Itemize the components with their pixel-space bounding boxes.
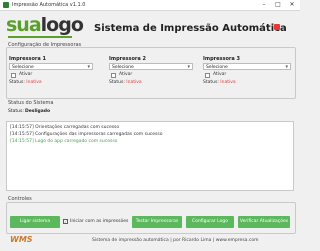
activate-label: Ativar (213, 72, 227, 77)
start-system-button[interactable]: Ligar sistema (10, 216, 60, 228)
printer-label: Impressora 1 (9, 56, 46, 62)
printer-label: Impressora 3 (203, 56, 240, 62)
printer-select[interactable]: Selecione ▾ (203, 63, 291, 70)
status-label: Status: (109, 80, 125, 85)
log-line: [14:15:57] Configurações das impressoras… (10, 132, 163, 137)
status-value: Inativa (220, 80, 236, 85)
app-icon (3, 2, 9, 8)
status-value: Inativa (126, 80, 142, 85)
title-bar: Impressão Automática v1.1.0 – □ ✕ (0, 0, 300, 11)
check-updates-button[interactable]: Verificar Atualizações (238, 216, 290, 228)
logo-underline (8, 36, 72, 38)
minimize-button[interactable]: – (258, 0, 270, 10)
activate-label: Ativar (19, 72, 33, 77)
chevron-down-icon: ▾ (187, 64, 190, 70)
chevron-down-icon: ▾ (87, 64, 90, 70)
app-title: Sistema de Impressão Automática (94, 23, 287, 34)
config-section: Impressora 1 Selecione ▾ Ativar Status: I… (6, 47, 296, 99)
printer-select[interactable]: Selecione ▾ (109, 63, 193, 70)
printer-3: Impressora 3 Selecione ▾ Ativar Status: I… (203, 56, 293, 92)
printer-select-value: Selecione (112, 65, 134, 70)
auto-print-label: Iniciar com as impressões (70, 219, 129, 224)
printer-label: Impressora 2 (109, 56, 146, 62)
logo-text-part1: sua (6, 14, 42, 36)
status-label: Status: (203, 80, 219, 85)
auto-print-checkbox[interactable]: ✓ (63, 219, 68, 224)
printer-2: Impressora 2 Selecione ▾ Ativar Status: I… (109, 56, 199, 92)
status-indicator (274, 24, 280, 30)
system-status-value: Desligado (25, 109, 51, 114)
footer-text: Sistema de impressão automática | por Ri… (92, 238, 259, 243)
system-status-label: Status: (8, 109, 24, 114)
activate-checkbox[interactable] (111, 73, 116, 78)
logo-text-part2: logo (40, 14, 84, 36)
log-line: [14:15:57] Orientações carregadas com su… (10, 125, 120, 130)
test-printers-button[interactable]: Testar Impressoras (132, 216, 182, 228)
printer-status: Status: Inativa (109, 80, 142, 85)
printer-select-value: Selecione (206, 65, 228, 70)
activate-checkbox[interactable] (205, 73, 210, 78)
printer-select[interactable]: Selecione ▾ (9, 63, 93, 70)
window-title: Impressão Automática v1.1.0 (12, 2, 86, 8)
log-line: [14:15:57] Logo do app carregado com suc… (10, 139, 118, 144)
printer-status: Status: Inativa (9, 80, 42, 85)
brand-logo: sualogo (6, 14, 84, 36)
system-status-row: Status: Desligado (6, 105, 294, 119)
printer-select-value: Selecione (12, 65, 34, 70)
status-label: Status: (9, 80, 25, 85)
printer-status: Status: Inativa (203, 80, 236, 85)
maximize-button[interactable]: □ (272, 0, 284, 10)
status-value: Inativa (26, 80, 42, 85)
activate-checkbox[interactable] (11, 73, 16, 78)
footer-logo: WMS (10, 235, 33, 244)
close-button[interactable]: ✕ (286, 0, 298, 10)
printer-1: Impressora 1 Selecione ▾ Ativar Status: I… (9, 56, 99, 92)
activate-label: Ativar (119, 72, 133, 77)
chevron-down-icon: ▾ (285, 64, 288, 70)
log-panel[interactable]: [14:15:57] Orientações carregadas com su… (6, 121, 294, 191)
configure-logo-button[interactable]: Configurar Logo (186, 216, 234, 228)
